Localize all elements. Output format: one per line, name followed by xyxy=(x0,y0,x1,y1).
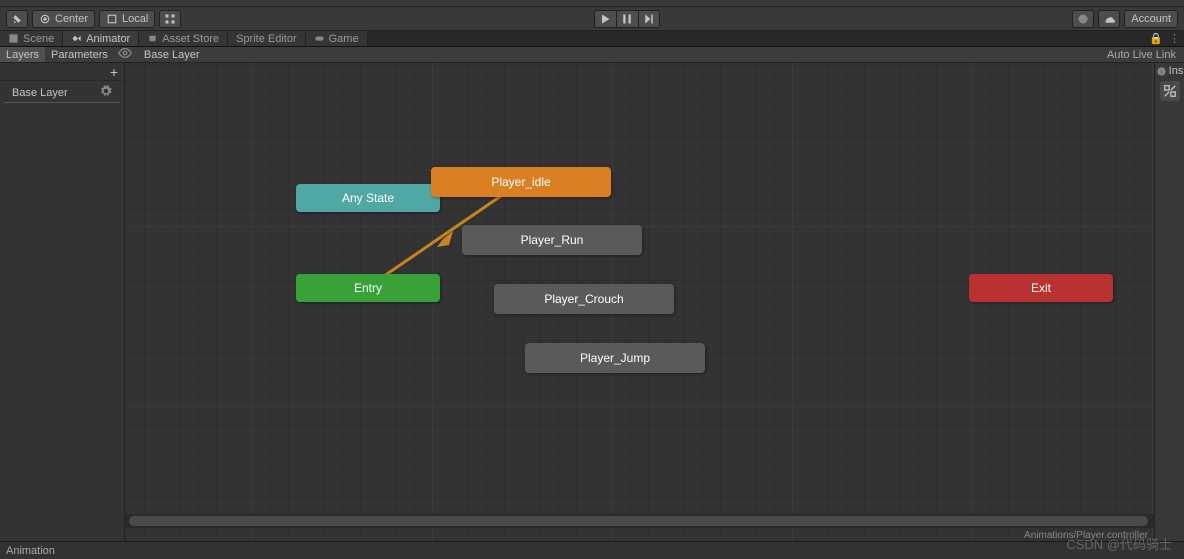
center-label: Center xyxy=(55,13,88,25)
tab-scene[interactable]: Scene xyxy=(0,31,63,46)
scroll-thumb[interactable] xyxy=(129,516,1148,526)
add-layer-button[interactable]: + xyxy=(110,64,118,80)
expand-icon[interactable] xyxy=(1160,81,1180,101)
layer-item-label: Base Layer xyxy=(12,87,68,99)
tab-game[interactable]: Game xyxy=(306,31,368,46)
step-button[interactable] xyxy=(638,10,660,28)
tabs-bar: Scene Animator Asset Store Sprite Editor… xyxy=(0,31,1184,47)
layer-item-base[interactable]: Base Layer xyxy=(4,83,120,103)
account-button[interactable]: Account xyxy=(1124,10,1178,28)
parameters-tab[interactable]: Parameters xyxy=(45,47,114,62)
center-button[interactable]: Center xyxy=(32,10,95,28)
lock-icon[interactable]: 🔒 xyxy=(1149,32,1163,45)
tab-animator[interactable]: Animator xyxy=(63,31,139,46)
node-player-jump[interactable]: Player_Jump xyxy=(525,343,705,373)
context-menu-icon[interactable]: ⋮ xyxy=(1169,32,1180,45)
cloud-button[interactable] xyxy=(1098,10,1120,28)
layers-header: + xyxy=(0,63,124,81)
node-player-run[interactable]: Player_Run xyxy=(462,225,642,255)
animator-subheader: Layers Parameters Base Layer Auto Live L… xyxy=(0,47,1184,63)
collab-button[interactable] xyxy=(1072,10,1094,28)
tab-sprite-editor[interactable]: Sprite Editor xyxy=(228,31,306,46)
play-controls xyxy=(594,10,660,28)
tab-animator-label: Animator xyxy=(86,33,130,45)
tab-scene-label: Scene xyxy=(23,33,54,45)
node-player-jump-label: Player_Jump xyxy=(580,351,650,365)
node-entry[interactable]: Entry xyxy=(296,274,440,302)
node-entry-label: Entry xyxy=(354,281,382,295)
eye-icon[interactable] xyxy=(114,46,136,63)
node-exit-label: Exit xyxy=(1031,281,1051,295)
status-bar-text: Animation xyxy=(6,545,55,557)
main-toolbar: Center Local Account xyxy=(0,7,1184,31)
tab-asset-store-label: Asset Store xyxy=(162,33,219,45)
account-label: Account xyxy=(1131,13,1171,25)
horizontal-scrollbar[interactable] xyxy=(125,514,1154,528)
graph-footer-path: Animations/Player.controller xyxy=(1024,530,1148,541)
pause-button[interactable] xyxy=(616,10,638,28)
node-player-idle-label: Player_idle xyxy=(491,175,550,189)
tab-sprite-editor-label: Sprite Editor xyxy=(236,33,297,45)
tab-game-label: Game xyxy=(329,33,359,45)
status-bar: Animation xyxy=(0,541,1184,559)
breadcrumb[interactable]: Base Layer xyxy=(136,49,208,61)
node-any-state[interactable]: Any State xyxy=(296,184,440,212)
svg-text:i: i xyxy=(1160,68,1161,75)
inspector-tab[interactable]: i Ins xyxy=(1156,65,1184,77)
layers-panel: + Base Layer xyxy=(0,63,125,541)
node-player-run-label: Player_Run xyxy=(521,233,584,247)
local-label: Local xyxy=(122,13,148,25)
menu-bar xyxy=(0,0,1184,7)
auto-live-link[interactable]: Auto Live Link xyxy=(1107,49,1184,61)
snap-button[interactable] xyxy=(159,10,181,28)
graph-area[interactable]: Any State Entry Player_idle Player_Run P… xyxy=(125,63,1154,541)
inspector-label-text: Ins xyxy=(1169,65,1184,77)
inspector-strip: i Ins xyxy=(1154,63,1184,541)
layers-tab[interactable]: Layers xyxy=(0,47,45,62)
local-button[interactable]: Local xyxy=(99,10,155,28)
node-player-idle[interactable]: Player_idle xyxy=(431,167,611,197)
node-exit[interactable]: Exit xyxy=(969,274,1113,302)
hand-tool-button[interactable] xyxy=(6,10,28,28)
play-button[interactable] xyxy=(594,10,616,28)
node-any-state-label: Any State xyxy=(342,191,394,205)
tab-asset-store[interactable]: Asset Store xyxy=(139,31,228,46)
node-player-crouch-label: Player_Crouch xyxy=(544,292,623,306)
main-area: + Base Layer Any State Entry Player_idle… xyxy=(0,63,1184,541)
gear-icon[interactable] xyxy=(100,85,112,100)
node-player-crouch[interactable]: Player_Crouch xyxy=(494,284,674,314)
